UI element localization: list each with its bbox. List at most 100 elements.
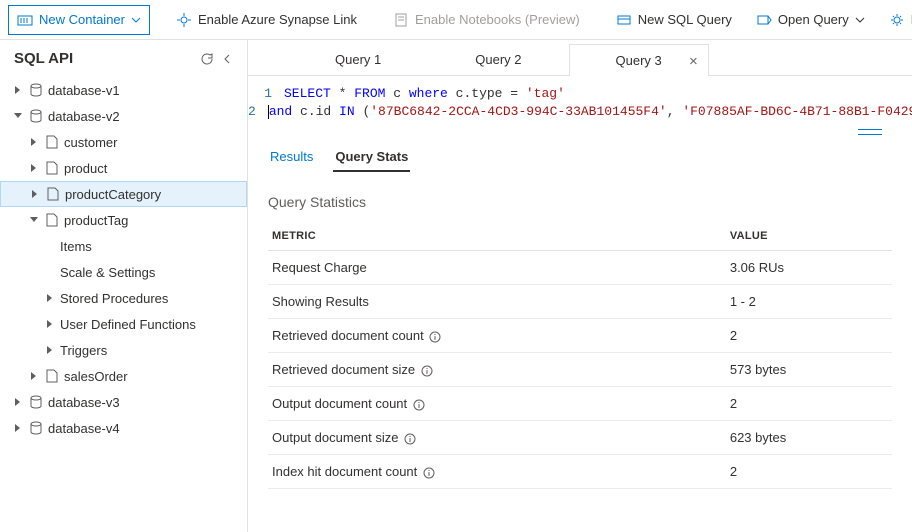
tree-label: database-v3	[48, 395, 239, 410]
code-line-2: and c.id IN ('87BC6842-2CCA-4CD3-994C-33…	[268, 103, 912, 121]
table-row: Showing Results1 - 2	[268, 285, 892, 319]
caret-right-icon	[30, 372, 38, 380]
info-icon[interactable]	[404, 433, 416, 445]
chevron-down-icon	[131, 15, 141, 25]
info-icon[interactable]	[421, 365, 433, 377]
tree-db-v4[interactable]: database-v4	[0, 415, 247, 441]
open-query-button[interactable]: Open Query	[746, 0, 875, 40]
tab-label: Query 3	[616, 53, 662, 68]
grab-handle-icon	[858, 129, 882, 135]
line-number: 1	[248, 85, 284, 103]
info-icon[interactable]	[423, 467, 435, 479]
tree-sales-order[interactable]: salesOrder	[0, 363, 247, 389]
new-stored-button[interactable]: New Stored	[879, 0, 912, 40]
subtab-query-stats[interactable]: Query Stats	[333, 143, 410, 172]
sidebar-title: SQL API	[14, 50, 73, 67]
table-row: Request Charge3.06 RUs	[268, 251, 892, 285]
main-pane: Query 1 Query 2 Query 3 × 1 SELECT * FRO…	[248, 40, 912, 532]
splitter[interactable]	[248, 125, 912, 139]
value-cell: 2	[726, 455, 892, 489]
caret-down-icon	[30, 216, 38, 224]
tab-label: Query 2	[475, 52, 521, 67]
tree-triggers[interactable]: Triggers	[0, 337, 247, 363]
synapse-label: Enable Azure Synapse Link	[198, 12, 357, 27]
database-tree: database-v1 database-v2 customer product	[0, 77, 247, 451]
caret-right-icon	[31, 190, 39, 198]
notebooks-button[interactable]: Enable Notebooks (Preview)	[383, 0, 590, 40]
metric-cell: Showing Results	[268, 285, 726, 319]
collapse-left-icon[interactable]	[223, 54, 233, 64]
table-row: Output document count 2	[268, 387, 892, 421]
tab-query-2[interactable]: Query 2	[428, 43, 568, 75]
code-line-1: SELECT * FROM c where c.type = 'tag'	[284, 85, 912, 103]
document-icon	[44, 368, 60, 384]
synapse-icon	[176, 12, 192, 28]
tree-label: Items	[60, 239, 239, 254]
tab-query-1[interactable]: Query 1	[288, 43, 428, 75]
caret-right-icon	[46, 294, 54, 302]
metric-cell: Output document count	[268, 387, 726, 421]
sidebar: SQL API database-v1 database-v2 customer	[0, 40, 248, 532]
tree-db-v2[interactable]: database-v2	[0, 103, 247, 129]
tree-scale-settings[interactable]: Scale & Settings	[0, 259, 247, 285]
tree-product-category[interactable]: productCategory	[0, 181, 247, 207]
metric-cell: Index hit document count	[268, 455, 726, 489]
value-cell: 2	[726, 319, 892, 353]
open-query-icon	[756, 12, 772, 28]
tree-label: productCategory	[65, 187, 238, 202]
tree-label: customer	[64, 135, 239, 150]
notebooks-label: Enable Notebooks (Preview)	[415, 12, 580, 27]
caret-right-icon	[14, 398, 22, 406]
tree-sprocs[interactable]: Stored Procedures	[0, 285, 247, 311]
stats-table: METRIC VALUE Request Charge3.06 RUs Show…	[268, 222, 892, 489]
new-container-label: New Container	[39, 12, 125, 27]
table-row: Retrieved document size 573 bytes	[268, 353, 892, 387]
document-icon	[44, 160, 60, 176]
stats-title: Query Statistics	[268, 194, 892, 210]
table-row: Output document size 623 bytes	[268, 421, 892, 455]
info-icon[interactable]	[429, 331, 441, 343]
tree-product-tag[interactable]: productTag	[0, 207, 247, 233]
close-icon[interactable]: ×	[689, 53, 698, 70]
line-number: 2	[248, 103, 268, 121]
tree-label: product	[64, 161, 239, 176]
new-sql-button[interactable]: New SQL Query	[606, 0, 742, 40]
tree-product[interactable]: product	[0, 155, 247, 181]
database-icon	[28, 420, 44, 436]
value-cell: 2	[726, 387, 892, 421]
sql-editor[interactable]: 1 SELECT * FROM c where c.type = 'tag' 2…	[248, 76, 912, 125]
value-cell: 573 bytes	[726, 353, 892, 387]
tree-label: salesOrder	[64, 369, 239, 384]
table-row: Index hit document count 2	[268, 455, 892, 489]
document-icon	[45, 186, 61, 202]
subtab-results[interactable]: Results	[268, 143, 315, 172]
caret-right-icon	[30, 138, 38, 146]
sql-icon	[616, 12, 632, 28]
tree-db-v3[interactable]: database-v3	[0, 389, 247, 415]
query-tab-bar: Query 1 Query 2 Query 3 ×	[248, 40, 912, 76]
caret-right-icon	[30, 164, 38, 172]
tree-label: productTag	[64, 213, 239, 228]
open-query-label: Open Query	[778, 12, 849, 27]
tree-db-v1[interactable]: database-v1	[0, 77, 247, 103]
tree-udfs[interactable]: User Defined Functions	[0, 311, 247, 337]
refresh-icon[interactable]	[199, 51, 215, 67]
gear-icon	[889, 12, 905, 28]
new-container-button[interactable]: New Container	[8, 5, 150, 35]
tree-customer[interactable]: customer	[0, 129, 247, 155]
info-icon[interactable]	[413, 399, 425, 411]
tree-items[interactable]: Items	[0, 233, 247, 259]
synapse-button[interactable]: Enable Azure Synapse Link	[166, 0, 367, 40]
metric-cell: Output document size	[268, 421, 726, 455]
chevron-down-icon	[855, 15, 865, 25]
tree-label: database-v2	[48, 109, 239, 124]
caret-right-icon	[14, 424, 22, 432]
tab-query-3[interactable]: Query 3 ×	[569, 44, 709, 76]
value-cell: 623 bytes	[726, 421, 892, 455]
tree-label: User Defined Functions	[60, 317, 239, 332]
database-icon	[28, 394, 44, 410]
tree-label: Stored Procedures	[60, 291, 239, 306]
col-value: VALUE	[726, 222, 892, 251]
tree-label: Triggers	[60, 343, 239, 358]
metric-cell: Request Charge	[268, 251, 726, 285]
